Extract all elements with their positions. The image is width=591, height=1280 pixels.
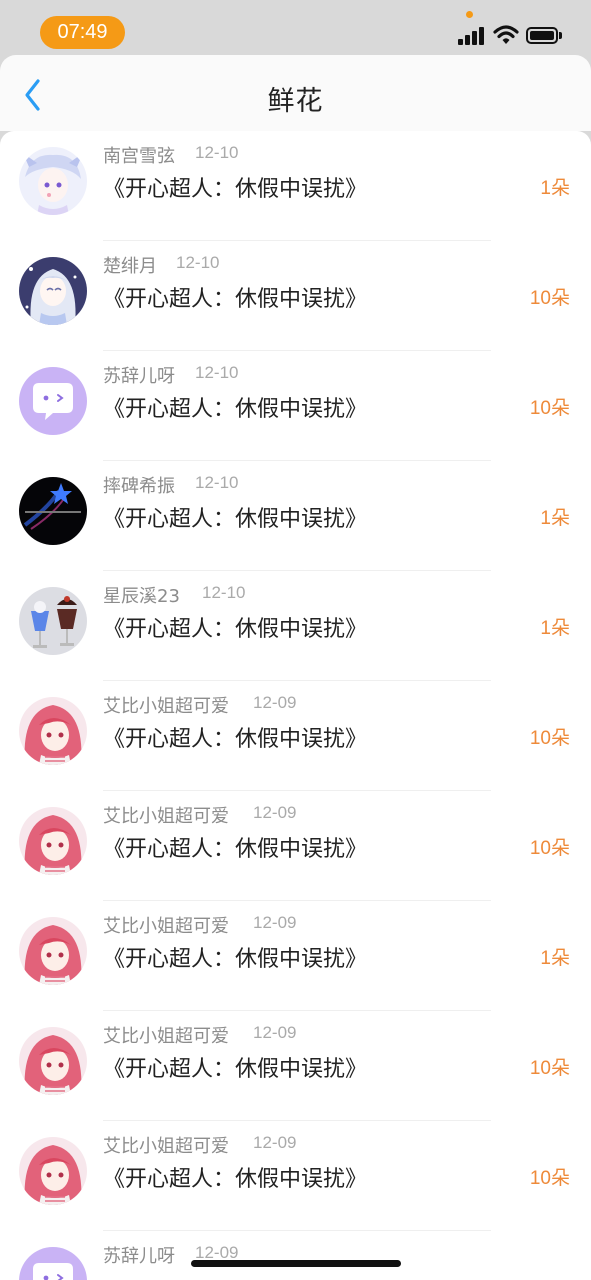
flower-count: 1朵 <box>540 618 570 639</box>
list-item[interactable]: 艾比小姐超可爱 12-09 《开心超人：休假中误扰》 10朵 <box>0 681 591 791</box>
flower-count: 10朵 <box>529 398 570 419</box>
list-item[interactable]: 南宫雪弦 12-10 《开心超人：休假中误扰》 1朵 <box>0 131 591 241</box>
book-title: 《开心超人：休假中误扰》 <box>103 727 368 752</box>
flower-count: 1朵 <box>540 948 570 969</box>
user-name: 星辰溪23 <box>103 586 180 607</box>
dessert-cups-icon <box>19 587 87 655</box>
date: 12-10 <box>195 363 239 382</box>
date: 12-09 <box>253 693 297 712</box>
flower-count: 10朵 <box>529 1168 570 1189</box>
list-item[interactable]: 苏辞儿呀 12-10 《开心超人：休假中误扰》 10朵 <box>0 351 591 461</box>
status-time: 07:49 <box>40 16 125 49</box>
list-item[interactable]: 摔碑希振 12-10 《开心超人：休假中误扰》 1朵 <box>0 461 591 571</box>
flower-count: 1朵 <box>540 178 570 199</box>
book-title: 《开心超人：休假中误扰》 <box>103 397 368 422</box>
date: 12-09 <box>253 913 297 932</box>
user-name: 艾比小姐超可爱 <box>103 806 229 827</box>
anime-white-hair-icon <box>19 147 87 215</box>
book-title: 《开心超人：休假中误扰》 <box>103 837 368 862</box>
user-name: 摔碑希振 <box>103 476 175 497</box>
anime-silver-hair-icon <box>19 257 87 325</box>
recording-dot-icon <box>466 11 473 18</box>
flower-count: 1朵 <box>540 508 570 529</box>
flower-list: 南宫雪弦 12-10 《开心超人：休假中误扰》 1朵 楚绯月 12-10 《开心… <box>0 131 591 1280</box>
user-name: 艾比小姐超可爱 <box>103 916 229 937</box>
flower-count: 10朵 <box>529 1058 570 1079</box>
date: 12-10 <box>195 473 239 492</box>
status-bar: 07:49 <box>0 0 591 55</box>
page-title: 鲜花 <box>267 86 324 117</box>
date: 12-10 <box>176 253 220 272</box>
user-name: 艾比小姐超可爱 <box>103 696 229 717</box>
book-title: 《开心超人：休假中误扰》 <box>103 947 368 972</box>
book-title: 《开心超人：休假中误扰》 <box>103 1057 368 1082</box>
date: 12-09 <box>253 803 297 822</box>
shooting-star-icon <box>19 477 87 545</box>
user-name: 南宫雪弦 <box>103 146 175 167</box>
wifi-icon <box>493 25 519 44</box>
date: 12-09 <box>253 1133 297 1152</box>
flower-count: 10朵 <box>529 838 570 859</box>
list-item[interactable]: 艾比小姐超可爱 12-09 《开心超人：休假中误扰》 10朵 <box>0 1121 591 1231</box>
user-name: 苏辞儿呀 <box>103 1246 175 1267</box>
user-name: 苏辞儿呀 <box>103 366 175 387</box>
list-item[interactable]: 楚绯月 12-10 《开心超人：休假中误扰》 10朵 <box>0 241 591 351</box>
chat-bubble-face-icon <box>19 367 87 435</box>
list-item[interactable]: 艾比小姐超可爱 12-09 《开心超人：休假中误扰》 10朵 <box>0 791 591 901</box>
anime-pink-hair-icon <box>19 807 87 875</box>
flower-count: 10朵 <box>529 728 570 749</box>
user-name: 艾比小姐超可爱 <box>103 1136 229 1157</box>
flower-count: 10朵 <box>529 288 570 309</box>
list-item[interactable]: 艾比小姐超可爱 12-09 《开心超人：休假中误扰》 1朵 <box>0 901 591 1011</box>
anime-pink-hair-icon <box>19 697 87 765</box>
anime-pink-hair-icon <box>19 1027 87 1095</box>
anime-pink-hair-icon <box>19 1137 87 1205</box>
date: 12-10 <box>195 143 239 162</box>
list-item[interactable]: 苏辞儿呀 12-09 <box>0 1231 591 1280</box>
battery-icon <box>526 27 558 44</box>
nav-bar: 鲜花 <box>0 55 591 131</box>
book-title: 《开心超人：休假中误扰》 <box>103 1167 368 1192</box>
user-name: 楚绯月 <box>103 256 157 277</box>
user-name: 艾比小姐超可爱 <box>103 1026 229 1047</box>
list-item[interactable]: 星辰溪23 12-10 《开心超人：休假中误扰》 1朵 <box>0 571 591 681</box>
book-title: 《开心超人：休假中误扰》 <box>103 177 368 202</box>
cellular-signal-icon <box>458 27 486 45</box>
home-indicator[interactable] <box>191 1260 401 1267</box>
book-title: 《开心超人：休假中误扰》 <box>103 507 368 532</box>
chat-bubble-face-icon <box>19 1247 87 1280</box>
book-title: 《开心超人：休假中误扰》 <box>103 617 368 642</box>
battery-cap <box>559 32 562 39</box>
anime-pink-hair-icon <box>19 917 87 985</box>
date: 12-10 <box>202 583 246 602</box>
date: 12-09 <box>253 1023 297 1042</box>
list-item[interactable]: 艾比小姐超可爱 12-09 《开心超人：休假中误扰》 10朵 <box>0 1011 591 1121</box>
book-title: 《开心超人：休假中误扰》 <box>103 287 368 312</box>
